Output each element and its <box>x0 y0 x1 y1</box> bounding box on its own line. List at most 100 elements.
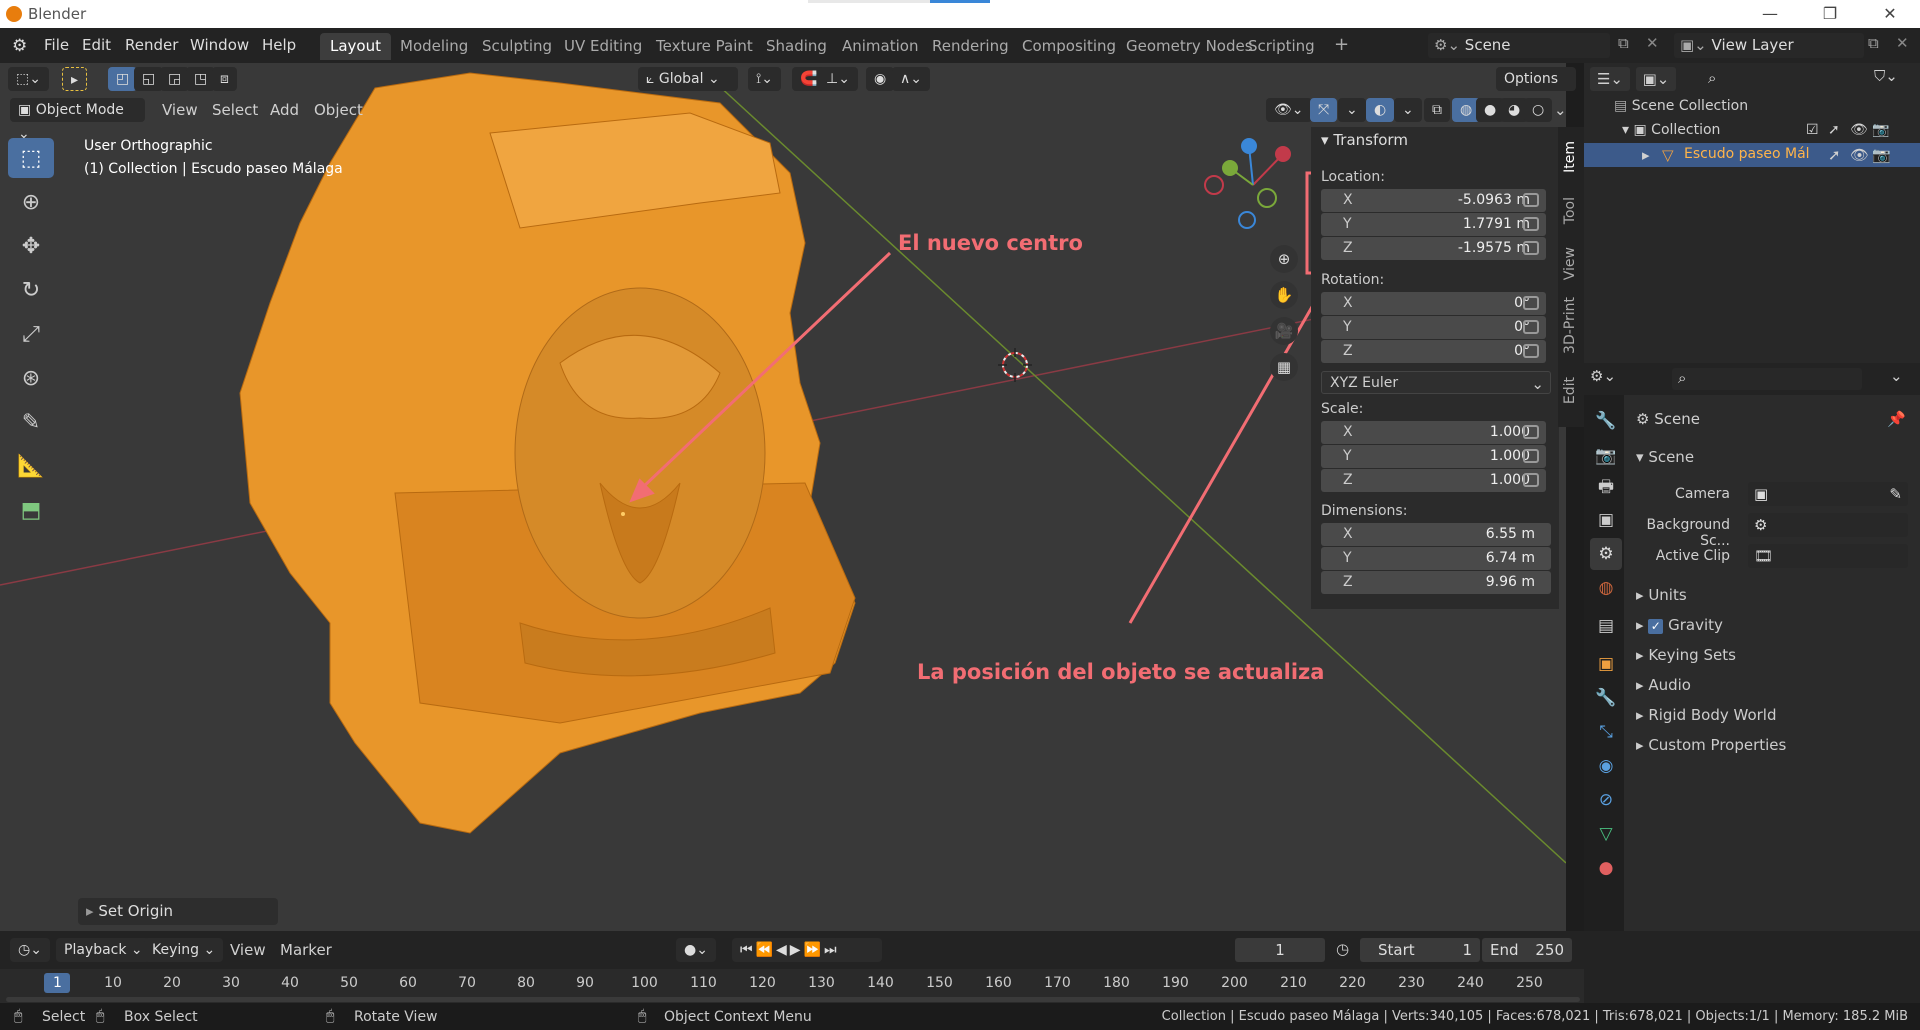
eyedropper-icon[interactable]: ✎ <box>1889 485 1902 503</box>
menu-file[interactable]: File <box>44 36 69 54</box>
dimension-z-field[interactable]: Z 9.96 m <box>1321 571 1551 594</box>
outliner-editor-icon[interactable]: ☰⌄ <box>1590 67 1630 91</box>
render-props-icon[interactable]: 📷 <box>1590 440 1622 472</box>
annotate-tool-icon[interactable]: ✎ <box>8 402 54 442</box>
keying-sets-section[interactable]: ▸ Keying Sets <box>1636 646 1736 664</box>
location-z-field[interactable]: Z -1.9575 m <box>1321 237 1546 260</box>
pan-icon[interactable]: ✋ <box>1270 281 1298 309</box>
keying-menu[interactable]: Keying ⌄ <box>144 938 224 962</box>
dimension-y-field[interactable]: Y 6.74 m <box>1321 547 1551 570</box>
chevron-down-icon[interactable]: ⌄ <box>1890 367 1903 385</box>
tab-layout[interactable]: Layout <box>320 33 391 60</box>
properties-editor-icon[interactable]: ⚙⌄ <box>1590 367 1616 385</box>
timeline-menu-marker[interactable]: Marker <box>280 941 332 959</box>
start-frame-field[interactable]: Start 1 <box>1360 938 1480 962</box>
delete-view-layer-icon[interactable]: ✕ <box>1896 34 1909 52</box>
camera-icon[interactable]: 📷 <box>1872 146 1891 164</box>
lock-rotation-y-icon[interactable] <box>1523 320 1539 334</box>
world-props-icon[interactable]: ◍ <box>1590 572 1622 604</box>
select-arrow-icon[interactable]: ➚ <box>1828 146 1841 164</box>
collection-props-icon[interactable]: ▤ <box>1590 610 1622 642</box>
tab-view[interactable]: View <box>1562 247 1578 280</box>
proportional-edit-icon[interactable]: ◉ <box>866 67 895 91</box>
visibility-icon[interactable]: 👁⌄ <box>1266 98 1312 122</box>
rotation-mode-dropdown[interactable]: XYZ Euler ⌄ <box>1321 371 1551 394</box>
options-dropdown[interactable]: Options ⌄ <box>1496 67 1576 111</box>
tab-3d-print[interactable]: 3D-Print <box>1562 297 1578 354</box>
cursor-tool-icon[interactable]: ⊕ <box>8 182 54 222</box>
background-scene-field[interactable]: ⚙ <box>1748 513 1908 537</box>
gizmo-dropdown-icon[interactable]: ⌄ <box>1338 98 1366 122</box>
falloff-icon[interactable]: ∧⌄ <box>892 67 930 91</box>
measure-tool-icon[interactable]: 📐 <box>8 446 54 486</box>
object-props-icon[interactable]: ▣ <box>1590 648 1622 680</box>
active-clip-field[interactable]: 🎞 <box>1748 544 1908 568</box>
end-frame-field[interactable]: End 250 <box>1482 938 1572 962</box>
menu-help[interactable]: Help <box>262 36 296 54</box>
scale-z-field[interactable]: Z 1.000 <box>1321 469 1546 492</box>
transform-tool-icon[interactable]: ⊛ <box>8 358 54 398</box>
display-mode-icon[interactable]: ▣⌄ <box>1636 67 1676 91</box>
select-new-icon[interactable]: ◰ <box>108 67 138 91</box>
tab-edit[interactable]: Edit <box>1562 377 1578 404</box>
clock-icon[interactable]: ◷ <box>1336 940 1349 958</box>
tab-sculpting[interactable]: Sculpting <box>472 33 562 60</box>
scene-selector[interactable]: ⚙⌄ Scene <box>1428 33 1610 58</box>
lock-rotation-z-icon[interactable] <box>1523 344 1539 358</box>
playback-controls[interactable]: ⏮⏪◀▶⏩⏭ <box>732 938 882 962</box>
viewport-menu-select[interactable]: Select <box>212 101 258 119</box>
add-workspace-icon[interactable]: + <box>1334 34 1349 55</box>
location-x-field[interactable]: X -5.0963 m <box>1321 189 1546 212</box>
tab-item[interactable]: Item <box>1562 141 1578 173</box>
record-icon[interactable]: ●⌄ <box>676 938 716 962</box>
scale-x-field[interactable]: X 1.000 <box>1321 421 1546 444</box>
timeline-menu-view[interactable]: View <box>230 941 266 959</box>
select-intersect-icon[interactable]: ⧈ <box>212 67 237 91</box>
camera-field[interactable]: ▣ ✎ <box>1748 482 1908 506</box>
pin-icon[interactable]: 📌 <box>1887 410 1906 428</box>
orientation-dropdown[interactable]: ⟀ Global ⌄ <box>638 67 738 91</box>
current-frame-field[interactable]: 1 <box>1235 938 1325 962</box>
properties-search[interactable]: ⌕ <box>1672 368 1862 390</box>
lock-location-z-icon[interactable] <box>1523 241 1539 255</box>
modifier-props-icon[interactable]: 🔧 <box>1590 682 1622 714</box>
object-row[interactable]: ▸ ▽ Escudo paseo Mál ➚ 👁 📷 <box>1584 143 1920 167</box>
add-cube-tool-icon[interactable]: ⬒ <box>8 490 54 530</box>
pivot-icon[interactable]: ⟟⌄ <box>748 67 781 91</box>
tab-scripting[interactable]: Scripting <box>1238 33 1325 60</box>
zoom-icon[interactable]: ⊕ <box>1270 245 1298 273</box>
menu-window[interactable]: Window <box>190 36 249 54</box>
tab-shading[interactable]: Shading <box>756 33 837 60</box>
select-extend-icon[interactable]: ◱ <box>134 67 164 91</box>
lock-location-y-icon[interactable] <box>1523 217 1539 231</box>
menu-edit[interactable]: Edit <box>82 36 111 54</box>
rendered-shading-icon[interactable]: ○ <box>1524 98 1553 122</box>
data-props-icon[interactable]: ▽ <box>1590 818 1622 850</box>
viewport-menu-add[interactable]: Add <box>270 101 299 119</box>
tool-props-icon[interactable]: 🔧 <box>1590 405 1622 437</box>
shading-dropdown-icon[interactable]: ⌄ <box>1554 101 1567 119</box>
rotation-x-field[interactable]: X 0° <box>1321 292 1546 315</box>
lock-scale-z-icon[interactable] <box>1523 473 1539 487</box>
scale-tool-icon[interactable]: ⤢ <box>8 314 54 354</box>
scale-y-field[interactable]: Y 1.000 <box>1321 445 1546 468</box>
select-arrow-icon[interactable]: ➚ <box>1828 122 1840 138</box>
transform-section-header[interactable]: ▾ Transform <box>1321 131 1408 149</box>
ortho-toggle-icon[interactable]: ▦ <box>1270 353 1298 381</box>
close-icon[interactable]: ✕ <box>1860 0 1920 28</box>
constraints-props-icon[interactable]: ⊘ <box>1590 784 1622 816</box>
tab-animation[interactable]: Animation <box>832 33 928 60</box>
blender-menu-icon[interactable]: ⚙ <box>12 36 27 56</box>
set-origin-panel[interactable]: ▸ Set Origin <box>78 898 278 925</box>
checkbox-icon[interactable]: ☑ <box>1806 122 1819 138</box>
lock-scale-x-icon[interactable] <box>1523 425 1539 439</box>
rigid-body-world-section[interactable]: ▸ Rigid Body World <box>1636 706 1777 724</box>
units-section[interactable]: ▸ Units <box>1636 586 1687 604</box>
physics-props-icon[interactable]: ◉ <box>1590 750 1622 782</box>
viewport-menu-view[interactable]: View <box>162 101 198 119</box>
material-props-icon[interactable]: ● <box>1590 852 1622 884</box>
collection-row[interactable]: ▾ ▣ Collection ☑ ➚ 👁 📷 <box>1622 122 1912 138</box>
tab-texture-paint[interactable]: Texture Paint <box>646 33 763 60</box>
mode-dropdown[interactable]: ▣ Object Mode ⌄ <box>10 98 145 142</box>
move-tool-icon[interactable]: ✥ <box>8 226 54 266</box>
